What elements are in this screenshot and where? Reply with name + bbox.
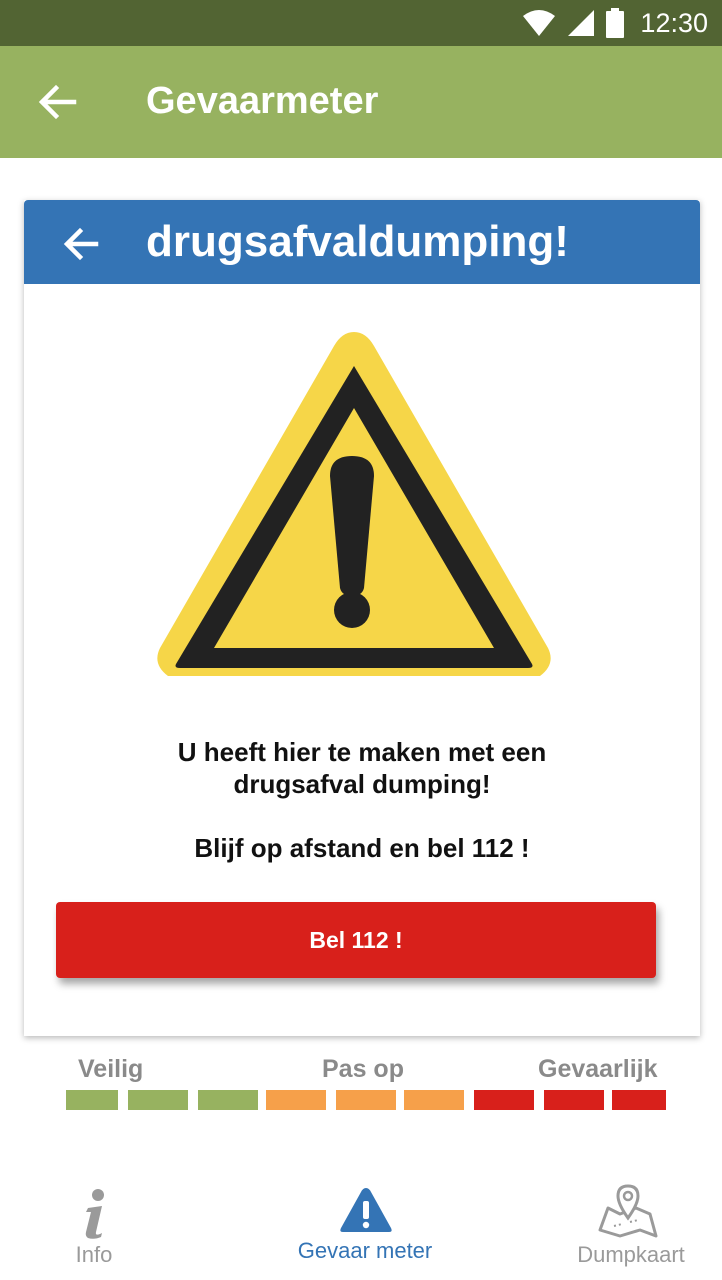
- meter-segment: [474, 1090, 534, 1110]
- call-112-button[interactable]: Bel 112 !: [56, 902, 656, 978]
- app-bar: Gevaarmeter: [0, 46, 722, 158]
- arrow-left-icon: [38, 84, 77, 120]
- nav-label-dumpkaart: Dumpkaart: [577, 1242, 685, 1267]
- info-icon: [85, 1189, 104, 1239]
- card-back-button[interactable]: [62, 224, 102, 264]
- warning-icon: [340, 1188, 392, 1232]
- nav-item-dumpkaart[interactable]: Dumpkaart: [562, 1180, 700, 1280]
- status-time: 12:30: [640, 7, 708, 38]
- warning-instruction: Blijf op afstand en bel 112 !: [194, 833, 530, 863]
- meter-segment: [266, 1090, 326, 1110]
- meter-label-danger: Gevaarlijk: [538, 1055, 658, 1083]
- card-title: drugsafvaldumping!: [146, 217, 569, 266]
- meter-segment: [198, 1090, 258, 1110]
- warning-message-line2: drugsafval dumping!: [233, 769, 491, 799]
- nav-label-gevaar-meter: Gevaar meter: [297, 1238, 433, 1263]
- warning-message-line1: U heeft hier te maken met een: [177, 737, 547, 767]
- warning-triangle-icon: [157, 332, 551, 676]
- meter-segment: [336, 1090, 396, 1110]
- meter-label-caution: Pas op: [322, 1055, 404, 1083]
- page-title: Gevaarmeter: [146, 80, 379, 122]
- wifi-icon: [523, 10, 556, 36]
- meter-segment: [128, 1090, 188, 1110]
- battery-icon: [606, 8, 625, 38]
- card-header: drugsafvaldumping!: [24, 200, 700, 284]
- status-icons: 12:30: [522, 0, 708, 46]
- meter-segment: [66, 1090, 118, 1110]
- meter-segment: [612, 1090, 666, 1110]
- nav-item-gevaar-meter[interactable]: Gevaar meter: [280, 1180, 450, 1280]
- nav-label-info: Info: [75, 1242, 113, 1267]
- meter-segment: [544, 1090, 604, 1110]
- arrow-left-icon: [63, 227, 99, 261]
- map-pin-icon: [598, 1184, 658, 1238]
- back-button[interactable]: [36, 80, 80, 124]
- nav-item-info[interactable]: Info: [44, 1180, 144, 1280]
- meter-segment: [404, 1090, 464, 1110]
- signal-icon: [568, 10, 595, 36]
- status-bar: 12:30: [0, 0, 722, 46]
- bottom-nav: Info Gevaar meter Dumpkaart: [0, 1180, 722, 1280]
- hazard-card: drugsafvaldumping! U heeft hier te maken…: [24, 200, 700, 1036]
- meter-label-safe: Veilig: [78, 1055, 144, 1083]
